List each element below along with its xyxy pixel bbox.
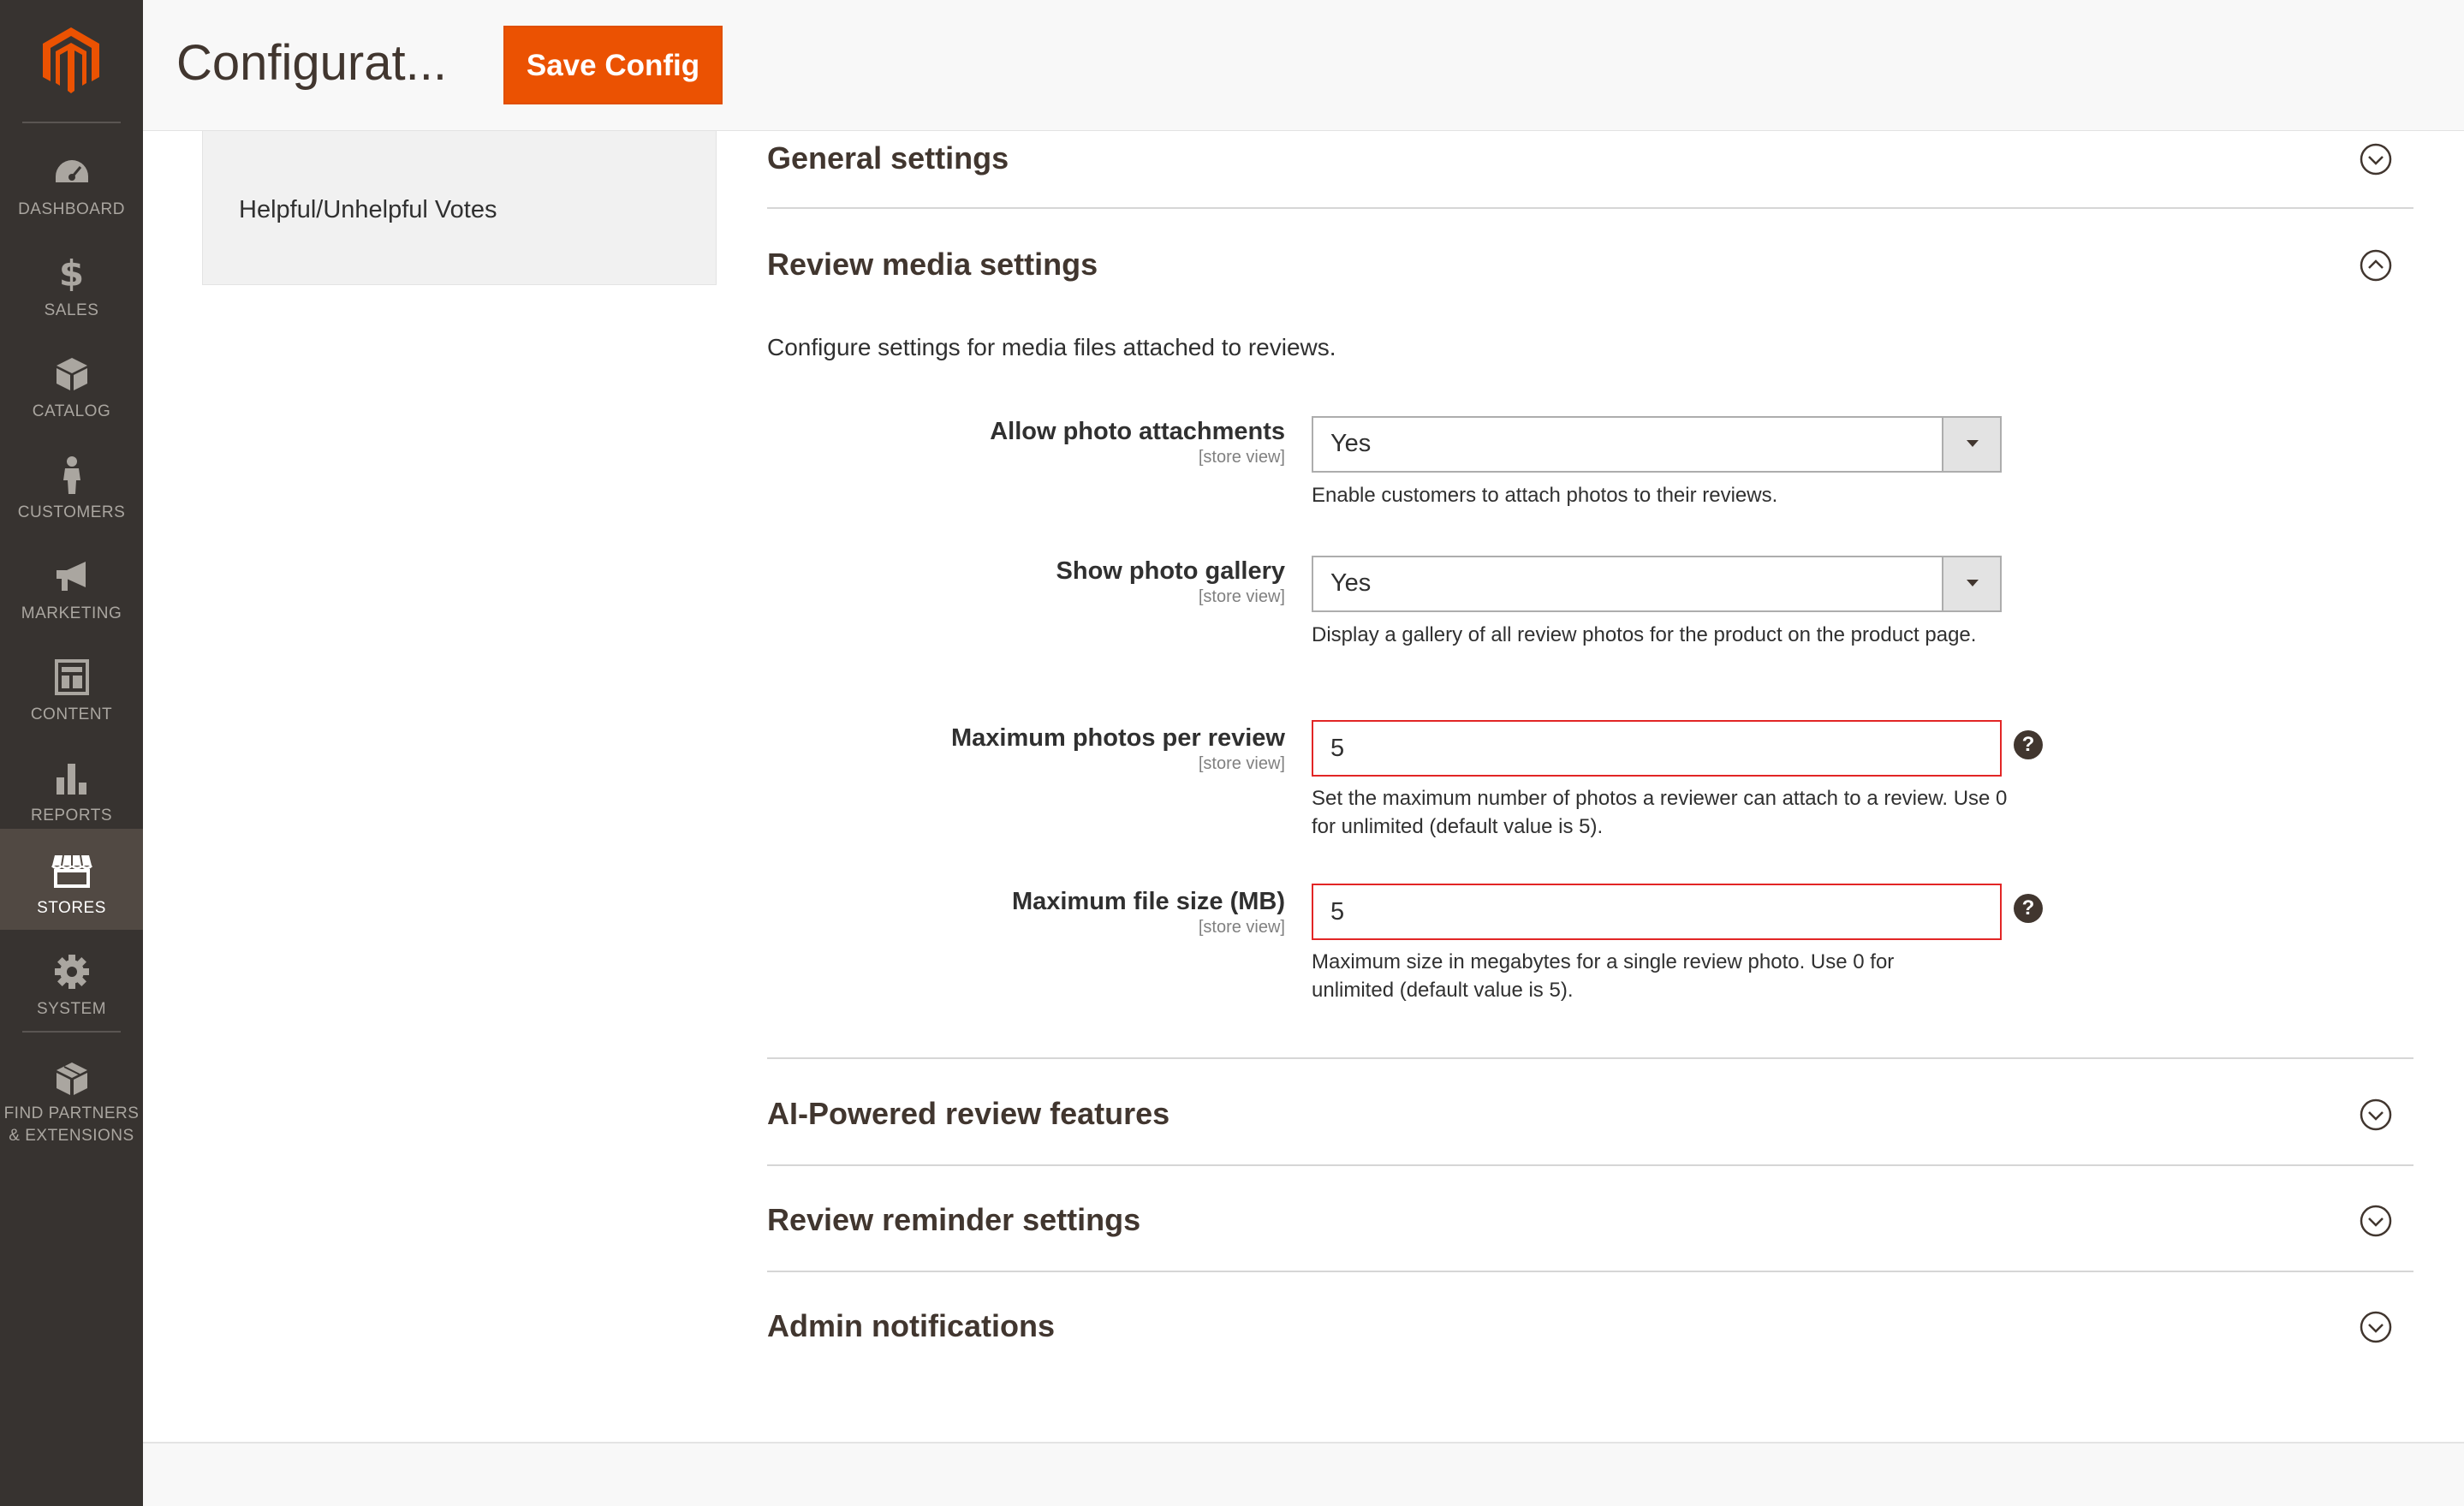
storefront-icon [0, 851, 143, 890]
section-ai-review-features[interactable]: AI-Powered review features [767, 1091, 2413, 1142]
menu-divider [22, 122, 121, 123]
boxes-icon [0, 1060, 143, 1099]
section-divider [767, 1271, 2413, 1272]
select-value: Yes [1330, 569, 1372, 597]
section-title: Review media settings [767, 247, 1098, 282]
field-note: Display a gallery of all review photos f… [1312, 623, 1977, 646]
select-value: Yes [1330, 430, 1372, 457]
menu-item-stores[interactable]: STORES [0, 829, 143, 930]
chevron-down-circle-icon[interactable] [2359, 1310, 2393, 1344]
admin-menu: DASHBOARD $ SALES CATALOG CUSTOMERS MARK… [0, 0, 143, 1506]
menu-item-label: CONTENT [30, 705, 113, 723]
scope-label: [store view] [1198, 448, 1285, 467]
field-label-allow-photos: Allow photo attachments [store view] [990, 416, 1285, 467]
max-file-size-input[interactable] [1312, 884, 2002, 940]
bar-chart-icon [0, 759, 143, 798]
field-label-max-photos: Maximum photos per review [store view] [951, 723, 1285, 774]
megaphone-icon [0, 557, 143, 596]
save-config-button[interactable]: Save Config [503, 26, 723, 104]
section-review-reminder-settings[interactable]: Review reminder settings [767, 1197, 2413, 1248]
chevron-down-circle-icon[interactable] [2359, 1204, 2393, 1238]
field-note: Enable customers to attach photos to the… [1312, 484, 1778, 507]
section-divider [767, 207, 2413, 209]
label-text: Allow photo attachments [990, 418, 1285, 445]
menu-item-label: CATALOG [32, 402, 111, 420]
select-arrow-button[interactable] [1942, 557, 2000, 610]
dashboard-icon [0, 152, 143, 192]
scope-label: [store view] [1198, 918, 1285, 937]
magento-logo-icon [43, 27, 99, 93]
label-text: Show photo gallery [1056, 557, 1285, 585]
label-text: Maximum photos per review [951, 724, 1285, 752]
menu-item-label-line1: FIND PARTNERS [3, 1104, 140, 1122]
page-title: Configurat... [176, 35, 447, 91]
menu-item-label: CUSTOMERS [17, 503, 126, 521]
magento-logo[interactable] [0, 0, 143, 122]
menu-item-system[interactable]: SYSTEM [0, 930, 143, 1031]
caret-down-icon [1967, 440, 1979, 447]
help-icon[interactable]: ? [2014, 730, 2043, 759]
menu-item-customers[interactable]: CUSTOMERS [0, 433, 143, 534]
menu-item-marketing[interactable]: MARKETING [0, 534, 143, 635]
scope-label: [store view] [1198, 754, 1285, 773]
section-description: Configure settings for media files attac… [767, 334, 1336, 360]
layout-icon [0, 658, 143, 697]
scope-label: [store view] [1198, 587, 1285, 606]
menu-item-label: DASHBOARD [18, 200, 125, 218]
field-note: Maximum size in megabytes for a single r… [1312, 950, 1895, 1002]
section-divider [767, 1164, 2413, 1166]
menu-divider [22, 1031, 121, 1033]
menu-item-label: STORES [37, 899, 106, 917]
label-text: Maximum file size (MB) [1011, 888, 1285, 915]
section-title: Review reminder settings [767, 1202, 1141, 1237]
section-title: General settings [767, 140, 1009, 176]
caret-down-icon [1967, 580, 1979, 586]
menu-item-sales[interactable]: $ SALES [0, 231, 143, 332]
cube-icon [0, 354, 143, 394]
menu-item-content[interactable]: CONTENT [0, 635, 143, 736]
config-tab-helpful-votes[interactable]: Helpful/Unhelpful Votes [239, 196, 497, 224]
select-arrow-button[interactable] [1942, 418, 2000, 471]
field-note: Set the maximum number of photos a revie… [1312, 787, 2008, 838]
page-footer [143, 1442, 2464, 1506]
field-label-max-file-size: Maximum file size (MB) [store view] [1012, 886, 1285, 938]
section-admin-notifications[interactable]: Admin notifications [767, 1303, 2413, 1354]
config-tabs-panel: Helpful/Unhelpful Votes [202, 131, 717, 285]
section-general-settings[interactable]: General settings [767, 135, 2413, 187]
chevron-up-circle-icon[interactable] [2359, 248, 2393, 283]
allow-photos-select[interactable]: Yes [1312, 416, 2002, 473]
menu-item-label-line2: & EXTENSIONS [9, 1127, 134, 1145]
section-divider [767, 1057, 2413, 1059]
menu-item-label: MARKETING [21, 604, 122, 622]
section-title: Admin notifications [767, 1308, 1055, 1343]
page-header: Configurat... Save Config [143, 0, 2464, 131]
help-icon[interactable]: ? [2014, 894, 2043, 923]
section-title: AI-Powered review features [767, 1096, 1170, 1131]
menu-item-find-partners[interactable]: FIND PARTNERS & EXTENSIONS [0, 1038, 143, 1145]
menu-item-label: FIND PARTNERS & EXTENSIONS [0, 1103, 143, 1147]
max-photos-input[interactable] [1312, 720, 2002, 777]
gear-icon [0, 952, 143, 991]
person-icon [0, 455, 143, 495]
menu-item-label: SYSTEM [36, 1000, 107, 1018]
dollar-icon: $ [58, 252, 85, 295]
menu-item-label: SALES [44, 301, 99, 319]
menu-item-label: REPORTS [30, 807, 112, 824]
menu-item-reports[interactable]: REPORTS [0, 736, 143, 837]
chevron-down-circle-icon[interactable] [2359, 142, 2393, 176]
field-label-show-gallery: Show photo gallery [store view] [1056, 556, 1285, 607]
show-gallery-select[interactable]: Yes [1312, 556, 2002, 612]
chevron-down-circle-icon[interactable] [2359, 1098, 2393, 1132]
section-review-media-settings[interactable]: Review media settings [767, 241, 2413, 293]
menu-item-catalog[interactable]: CATALOG [0, 332, 143, 433]
menu-item-dashboard[interactable]: DASHBOARD [0, 130, 143, 231]
